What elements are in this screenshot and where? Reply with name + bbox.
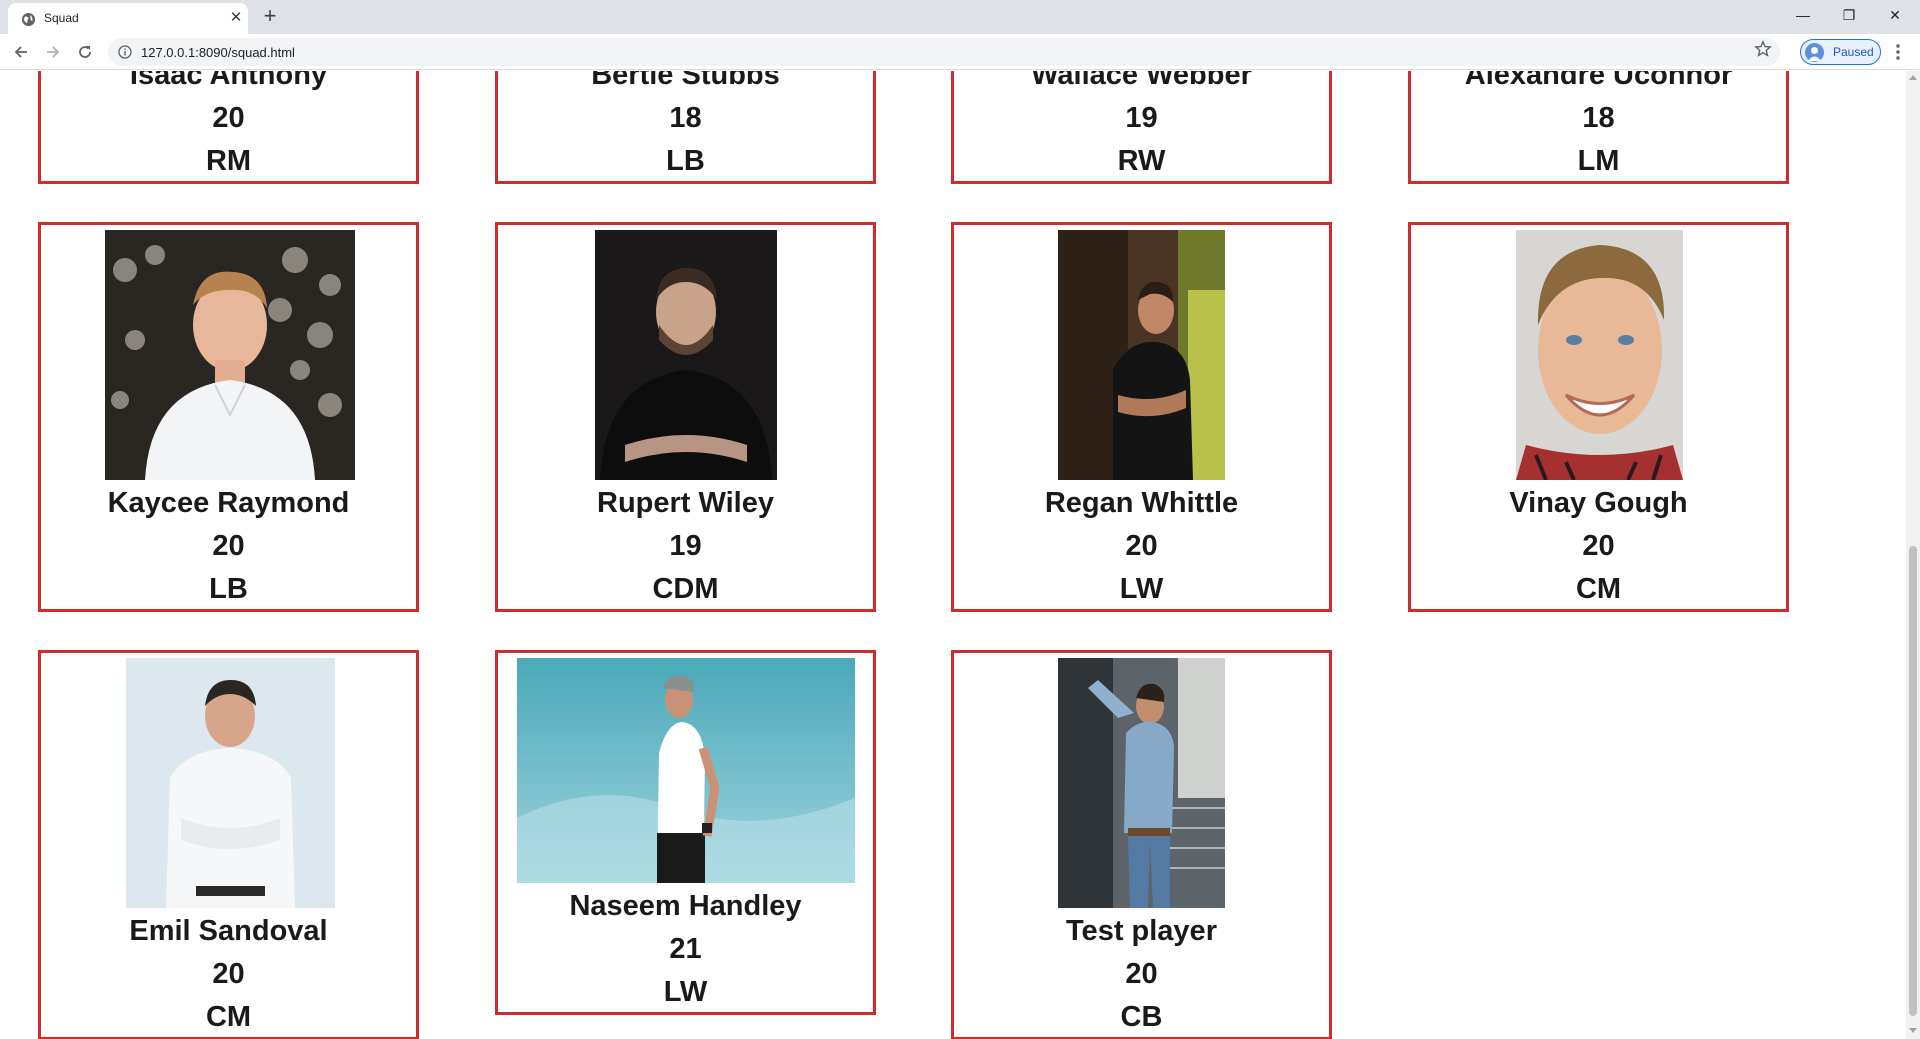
player-age: 19 (1125, 102, 1158, 134)
player-name: Isaac Anthony (129, 71, 328, 91)
minimize-window-button[interactable]: — (1780, 0, 1826, 30)
url-text: 127.0.0.1:8090/squad.html (141, 45, 295, 60)
player-card[interactable]: Bertie Stubbs 18 LB (495, 71, 876, 184)
player-card[interactable]: Vinay Gough 20 CM (1408, 222, 1789, 612)
profile-button[interactable]: Paused (1800, 39, 1881, 65)
player-position: LW (1119, 573, 1164, 605)
player-photo (126, 658, 335, 908)
player-position: CB (1120, 1001, 1163, 1033)
page-viewport: Isaac Anthony 20 RM Bertie Stubbs 18 LB … (0, 71, 1906, 1039)
info-icon[interactable] (118, 45, 132, 59)
player-name: Emil Sandoval (129, 915, 328, 947)
avatar (1805, 43, 1824, 62)
player-position: LB (209, 573, 248, 605)
close-tab-icon[interactable]: ✕ (227, 9, 245, 27)
scroll-down-arrow-icon[interactable] (1909, 1028, 1917, 1033)
arrow-left-icon (14, 46, 27, 58)
player-name: Kaycee Raymond (107, 487, 350, 519)
browser-tab-strip: Squad ✕ + — ❐ ✕ (0, 0, 1920, 34)
close-window-button[interactable]: ✕ (1872, 0, 1918, 30)
player-card[interactable]: Regan Whittle 20 LW (951, 222, 1332, 612)
player-name: Vinay Gough (1509, 487, 1688, 519)
player-photo (1516, 230, 1683, 480)
browser-tab[interactable]: Squad ✕ (8, 3, 248, 34)
player-age: 20 (1125, 958, 1158, 990)
player-photo (595, 230, 777, 480)
address-bar[interactable]: 127.0.0.1:8090/squad.html (108, 38, 1780, 66)
player-photo (105, 230, 355, 480)
player-card[interactable]: Test player 20 CB (951, 650, 1332, 1039)
player-position: RM (205, 145, 252, 177)
player-card[interactable]: Isaac Anthony 20 RM (38, 71, 419, 184)
player-age: 18 (669, 102, 702, 134)
reload-button[interactable] (73, 40, 97, 64)
player-name: Bertie Stubbs (591, 71, 780, 91)
player-card[interactable]: Rupert Wiley 19 CDM (495, 222, 876, 612)
player-name: Naseem Handley (569, 890, 802, 922)
browser-toolbar: 127.0.0.1:8090/squad.html (0, 34, 1920, 70)
profile-status: Paused (1833, 45, 1874, 59)
bookmark-star-icon[interactable] (1754, 40, 1772, 58)
player-position: CM (1575, 573, 1622, 605)
player-position: LB (666, 145, 705, 177)
player-name: Regan Whittle (1044, 487, 1239, 519)
reload-icon (79, 46, 91, 58)
forward-button[interactable] (41, 40, 65, 64)
player-photo (1058, 658, 1225, 908)
scrollbar-thumb[interactable] (1909, 546, 1917, 1016)
player-position: CM (205, 1001, 252, 1033)
player-age: 19 (669, 530, 702, 562)
player-photo (517, 658, 855, 883)
globe-icon (21, 12, 36, 27)
player-name: Wallace Webber (1031, 71, 1252, 91)
player-name: Rupert Wiley (597, 487, 774, 519)
more-menu-icon[interactable] (1890, 42, 1906, 62)
player-age: 20 (212, 530, 245, 562)
player-position: CDM (652, 573, 719, 605)
scroll-up-arrow-icon[interactable] (1909, 75, 1917, 80)
player-card[interactable]: Kaycee Raymond 20 LB (38, 222, 419, 612)
player-photo (1058, 230, 1225, 480)
player-card[interactable]: Alexandre Uconnor 18 LM (1408, 71, 1789, 184)
player-card[interactable]: Wallace Webber 19 RW (951, 71, 1332, 184)
player-position: LW (663, 976, 708, 1008)
player-position: RW (1117, 145, 1166, 177)
player-name: Alexandre Uconnor (1464, 71, 1733, 91)
back-button[interactable] (9, 40, 33, 64)
player-age: 18 (1582, 102, 1615, 134)
player-card[interactable]: Emil Sandoval 20 CM (38, 650, 419, 1039)
player-age: 21 (669, 933, 702, 965)
player-position: LM (1577, 145, 1620, 177)
restore-window-button[interactable]: ❐ (1826, 0, 1872, 30)
player-age: 20 (212, 958, 245, 990)
player-age: 20 (1125, 530, 1158, 562)
player-card[interactable]: Naseem Handley 21 LW (495, 650, 876, 1015)
arrow-right-icon (47, 46, 60, 58)
new-tab-button[interactable]: + (258, 5, 282, 29)
player-age: 20 (212, 102, 245, 134)
player-age: 20 (1582, 530, 1615, 562)
page-scrollbar[interactable] (1906, 71, 1920, 1039)
tab-title: Squad (44, 11, 79, 25)
player-name: Test player (1066, 915, 1217, 947)
